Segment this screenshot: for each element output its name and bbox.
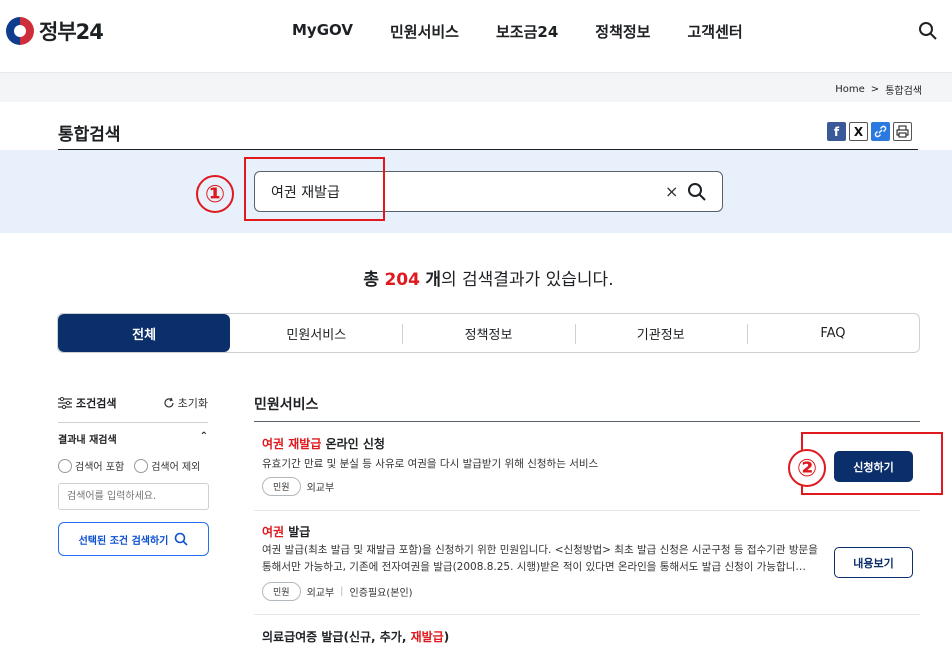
breadcrumb-current: 통합검색 bbox=[885, 86, 922, 97]
include-label: 검색어 포함 bbox=[75, 462, 125, 473]
breadcrumb-home[interactable]: Home bbox=[835, 84, 865, 95]
tab-all[interactable]: 전체 bbox=[58, 314, 231, 352]
result-divider bbox=[254, 510, 920, 511]
nav-item-civil-service[interactable]: 민원서비스 bbox=[390, 21, 459, 42]
type-badge: 민원 bbox=[262, 477, 301, 496]
clear-icon[interactable]: × bbox=[665, 182, 678, 201]
result-meta: 민원 외교부 | 인증필요(본인) bbox=[262, 582, 413, 601]
count-number: 204 bbox=[384, 270, 420, 290]
link-icon[interactable] bbox=[871, 122, 890, 141]
filter-label: 조건검색 bbox=[76, 397, 117, 410]
site-logo[interactable]: 정부24 bbox=[6, 16, 104, 46]
result-count: 총 204 개의 검색결과가 있습니다. bbox=[0, 265, 952, 290]
result-title[interactable]: 여권 재발급 온라인 신청 bbox=[262, 435, 385, 452]
search-icon[interactable] bbox=[918, 21, 938, 41]
result-title-suffix: ) bbox=[443, 630, 450, 644]
meta-separator: | bbox=[340, 586, 344, 597]
logo-text: 정부24 bbox=[39, 20, 104, 44]
sidebar-divider bbox=[58, 422, 208, 423]
search-selected-button[interactable]: 선택된 조건 검색하기 bbox=[58, 522, 209, 556]
tab-faq[interactable]: FAQ bbox=[746, 314, 919, 352]
result-title-rest: 발급 bbox=[284, 525, 311, 539]
count-suffix: 의 검색결과가 있습니다. bbox=[440, 270, 614, 290]
section-title: 민원서비스 bbox=[254, 397, 319, 413]
refresh-icon bbox=[164, 397, 174, 408]
reset-label: 초기화 bbox=[177, 397, 208, 410]
include-option[interactable]: 검색어 포함 bbox=[58, 458, 124, 473]
view-details-button[interactable]: 내용보기 bbox=[834, 547, 913, 578]
main-nav: MyGOV 민원서비스 보조금24 정책정보 고객센터 bbox=[292, 21, 780, 42]
result-title[interactable]: 의료급여증 발급(신규, 추가, 재발급) bbox=[262, 628, 449, 645]
agency-label: 외교부 bbox=[306, 483, 335, 494]
search-icon bbox=[175, 532, 188, 546]
share-tools: f X bbox=[827, 122, 912, 141]
agency-label: 외교부 bbox=[306, 588, 335, 599]
annotation-box-1 bbox=[244, 157, 385, 221]
result-title-rest: 온라인 신청 bbox=[321, 437, 385, 451]
tab-civil-service[interactable]: 민원서비스 bbox=[230, 314, 402, 352]
refine-header[interactable]: 결과내 재검색 ⌃ bbox=[58, 431, 208, 446]
nav-item-policy[interactable]: 정책정보 bbox=[595, 21, 650, 42]
breadcrumb-bar: Home > 통합검색 bbox=[0, 72, 952, 102]
result-description: 유효기간 만료 및 분실 등 사유로 여권을 다시 발급받기 위해 신청하는 서… bbox=[262, 458, 599, 470]
radio-icon[interactable] bbox=[58, 458, 72, 473]
taegeuk-logo-icon bbox=[6, 17, 34, 45]
search-submit-icon[interactable] bbox=[687, 182, 707, 202]
annotation-marker-2: ② bbox=[788, 449, 826, 487]
result-title-highlight: 재발급 bbox=[410, 630, 444, 644]
tab-agency[interactable]: 기관정보 bbox=[574, 314, 747, 352]
chevron-right-icon: > bbox=[870, 84, 880, 95]
refine-options: 검색어 포함 검색어 제외 bbox=[58, 458, 200, 473]
result-title-highlight: 여권 bbox=[262, 525, 285, 539]
count-prefix: 총 bbox=[363, 270, 380, 290]
exclude-option[interactable]: 검색어 제외 bbox=[134, 458, 200, 473]
nav-item-mygov[interactable]: MyGOV bbox=[292, 21, 353, 42]
header: 정부24 MyGOV 민원서비스 보조금24 정책정보 고객센터 bbox=[0, 0, 952, 64]
page-title: 통합검색 bbox=[58, 125, 121, 145]
breadcrumb: Home > 통합검색 bbox=[835, 82, 922, 97]
filter-sliders-icon bbox=[58, 397, 72, 409]
print-icon[interactable] bbox=[893, 122, 912, 141]
refine-label: 결과내 재검색 bbox=[58, 435, 117, 446]
refine-search-input[interactable] bbox=[58, 483, 209, 510]
x-icon[interactable]: X bbox=[849, 122, 868, 141]
auth-label: 인증필요(본인) bbox=[349, 588, 413, 599]
section-divider bbox=[254, 421, 920, 422]
tab-policy[interactable]: 정책정보 bbox=[402, 314, 574, 352]
type-badge: 민원 bbox=[262, 582, 301, 601]
facebook-icon[interactable]: f bbox=[827, 122, 846, 141]
result-title[interactable]: 여권 발급 bbox=[262, 523, 310, 540]
annotation-marker-1: ① bbox=[196, 175, 234, 213]
filter-header: 조건검색 초기화 bbox=[58, 395, 208, 411]
result-title-highlight: 여권 재발급 bbox=[262, 437, 322, 451]
nav-item-subsidy[interactable]: 보조금24 bbox=[496, 21, 558, 42]
reset-button[interactable]: 초기화 bbox=[163, 395, 208, 411]
count-unit: 개 bbox=[425, 270, 441, 290]
radio-icon[interactable] bbox=[134, 458, 149, 473]
exclude-label: 검색어 제외 bbox=[151, 462, 201, 473]
result-divider bbox=[254, 614, 920, 615]
result-meta: 민원 외교부 bbox=[262, 477, 334, 496]
search-selected-label: 선택된 조건 검색하기 bbox=[78, 535, 169, 547]
result-description: 여권 발급(최초 발급 및 재발급 포함)을 신청하기 위한 민원입니다. <신… bbox=[262, 544, 818, 573]
chevron-up-icon[interactable]: ⌃ bbox=[200, 431, 208, 446]
result-title-prefix: 의료급여증 발급(신규, 추가, bbox=[262, 630, 411, 644]
result-tabs: 전체 민원서비스 정책정보 기관정보 FAQ bbox=[57, 313, 920, 353]
nav-item-customer-center[interactable]: 고객센터 bbox=[687, 21, 742, 42]
